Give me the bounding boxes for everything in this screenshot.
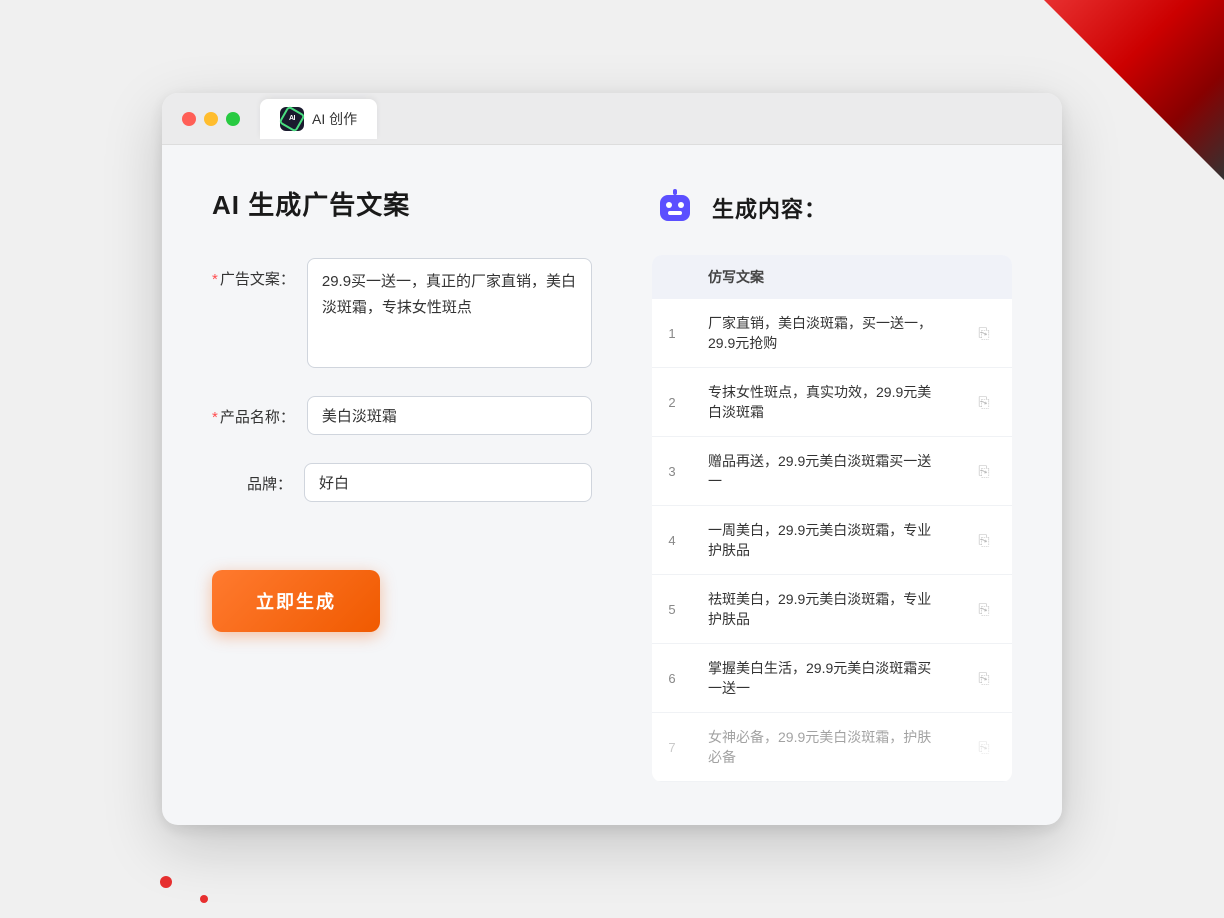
robot-icon	[652, 185, 698, 231]
maximize-button[interactable]	[226, 112, 240, 126]
table-row: 2专抹女性斑点，真实功效，29.9元美白淡斑霜 ⎘	[652, 368, 1012, 437]
row-index: 6	[652, 644, 692, 713]
dot-decoration-1	[160, 876, 172, 888]
col-copy: 仿写文案	[692, 255, 956, 299]
close-button[interactable]	[182, 112, 196, 126]
left-panel: AI 生成广告文案 *广告文案： *产品名称： 品牌： 立	[212, 185, 592, 785]
title-bar: AI 创作	[162, 93, 1062, 145]
row-copy-text: 专抹女性斑点，真实功效，29.9元美白淡斑霜	[692, 368, 956, 437]
page-title: AI 生成广告文案	[212, 185, 592, 222]
copy-icon[interactable]: ⎘	[972, 459, 996, 483]
table-header-row: 仿写文案	[652, 255, 1012, 299]
row-index: 2	[652, 368, 692, 437]
brand-group: 品牌：	[212, 463, 592, 502]
row-action-cell: ⎘	[956, 437, 1012, 506]
product-name-label: *产品名称：	[212, 396, 295, 427]
row-action-cell: ⎘	[956, 575, 1012, 644]
row-index: 7	[652, 713, 692, 782]
robot-mouth	[668, 211, 682, 215]
page-content: AI 生成广告文案 *广告文案： *产品名称： 品牌： 立	[162, 145, 1062, 825]
table-row: 7女神必备，29.9元美白淡斑霜，护肤必备 ⎘	[652, 713, 1012, 782]
row-copy-text: 一周美白，29.9元美白淡斑霜，专业护肤品	[692, 506, 956, 575]
brand-input[interactable]	[304, 463, 592, 502]
product-name-input[interactable]	[307, 396, 592, 435]
row-action-cell: ⎘	[956, 713, 1012, 782]
row-action-cell: ⎘	[956, 368, 1012, 437]
table-row: 1厂家直销，美白淡斑霜，买一送一，29.9元抢购 ⎘	[652, 299, 1012, 368]
row-action-cell: ⎘	[956, 299, 1012, 368]
required-star-ad: *	[212, 271, 218, 288]
col-index	[652, 255, 692, 299]
corner-decoration	[1044, 0, 1224, 180]
results-table: 仿写文案 1厂家直销，美白淡斑霜，买一送一，29.9元抢购⎘2专抹女性斑点，真实…	[652, 255, 1012, 782]
dot-decoration-2	[200, 895, 208, 903]
brand-label: 品牌：	[212, 463, 292, 494]
row-copy-text: 女神必备，29.9元美白淡斑霜，护肤必备	[692, 713, 956, 782]
required-star-product: *	[212, 409, 218, 426]
robot-eye-right	[678, 202, 684, 208]
ai-tab[interactable]: AI 创作	[260, 99, 377, 139]
ad-copy-input[interactable]	[307, 258, 592, 368]
copy-icon[interactable]: ⎘	[972, 528, 996, 552]
row-copy-text: 掌握美白生活，29.9元美白淡斑霜买一送一	[692, 644, 956, 713]
row-index: 3	[652, 437, 692, 506]
row-index: 5	[652, 575, 692, 644]
table-row: 6掌握美白生活，29.9元美白淡斑霜买一送一 ⎘	[652, 644, 1012, 713]
table-row: 3赠品再送，29.9元美白淡斑霜买一送一 ⎘	[652, 437, 1012, 506]
row-action-cell: ⎘	[956, 506, 1012, 575]
ai-logo-icon	[280, 107, 304, 131]
ad-copy-group: *广告文案：	[212, 258, 592, 368]
right-panel: 生成内容： 仿写文案 1厂家直销，美白淡斑霜，买一送一，29.9元抢购⎘2专抹女…	[652, 185, 1012, 785]
row-copy-text: 厂家直销，美白淡斑霜，买一送一，29.9元抢购	[692, 299, 956, 368]
product-name-group: *产品名称：	[212, 396, 592, 435]
copy-icon[interactable]: ⎘	[972, 390, 996, 414]
copy-icon[interactable]: ⎘	[972, 321, 996, 345]
row-copy-text: 赠品再送，29.9元美白淡斑霜买一送一	[692, 437, 956, 506]
copy-icon[interactable]: ⎘	[972, 666, 996, 690]
right-header: 生成内容：	[652, 185, 1012, 231]
table-row: 5祛斑美白，29.9元美白淡斑霜，专业护肤品 ⎘	[652, 575, 1012, 644]
ad-copy-label: *广告文案：	[212, 258, 295, 289]
row-action-cell: ⎘	[956, 644, 1012, 713]
robot-eyes	[666, 202, 684, 208]
copy-icon[interactable]: ⎘	[972, 735, 996, 759]
right-title: 生成内容：	[712, 192, 827, 224]
row-index: 1	[652, 299, 692, 368]
robot-eye-left	[666, 202, 672, 208]
col-action	[956, 255, 1012, 299]
minimize-button[interactable]	[204, 112, 218, 126]
row-copy-text: 祛斑美白，29.9元美白淡斑霜，专业护肤品	[692, 575, 956, 644]
browser-window: AI 创作 AI 生成广告文案 *广告文案： *产品名称：	[162, 93, 1062, 825]
robot-head	[660, 195, 690, 221]
generate-button[interactable]: 立即生成	[212, 570, 380, 632]
copy-icon[interactable]: ⎘	[972, 597, 996, 621]
row-index: 4	[652, 506, 692, 575]
table-row: 4一周美白，29.9元美白淡斑霜，专业护肤品 ⎘	[652, 506, 1012, 575]
traffic-lights	[182, 112, 240, 126]
tab-label: AI 创作	[312, 109, 357, 129]
